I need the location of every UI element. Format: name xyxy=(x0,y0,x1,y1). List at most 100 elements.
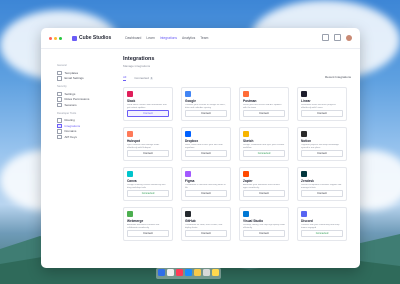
connected-button[interactable]: Connected xyxy=(243,150,285,157)
dock xyxy=(156,268,221,279)
nav-learn[interactable]: Learn xyxy=(146,36,154,40)
connect-button[interactable]: Connect xyxy=(185,230,227,237)
connect-button[interactable]: Connect xyxy=(243,110,285,117)
settings-icon[interactable] xyxy=(334,34,341,41)
connect-button[interactable]: Connect xyxy=(127,110,169,117)
integrations-grid: Slack Send alerts connect with teammates … xyxy=(123,87,351,241)
connect-button[interactable]: Connect xyxy=(243,230,285,237)
connect-button[interactable]: Connect xyxy=(301,150,343,157)
nav-dashboard[interactable]: Dashboard xyxy=(125,36,141,40)
integration-card-slack[interactable]: Slack Send alerts connect with teammates … xyxy=(123,87,173,121)
integration-name: Notion xyxy=(301,139,312,143)
connect-button[interactable]: Connect xyxy=(127,230,169,237)
top-bar: Cube Studios Dashboard Learn Integration… xyxy=(41,28,360,49)
integration-card-hubspot[interactable]: Hubspot Sync contacts and manage leads ef… xyxy=(123,127,173,161)
integration-card-notion[interactable]: Notion Organize projects and keep knowled… xyxy=(297,127,347,161)
integration-card-visual-studio[interactable]: Visual Studio Develop, debug, and ship hi… xyxy=(239,207,289,241)
sidebar-item-api-keys[interactable]: API Keys xyxy=(57,134,116,140)
postman-icon xyxy=(243,91,249,97)
integration-name: Slack xyxy=(127,99,136,103)
routing-icon xyxy=(57,118,62,123)
integration-card-postman[interactable]: Postman Share your test results and API u… xyxy=(239,87,289,121)
dock-app-icon[interactable] xyxy=(194,269,201,276)
figma-icon xyxy=(185,171,191,177)
dock-app-icon[interactable] xyxy=(158,269,165,276)
webmerge-icon xyxy=(127,211,133,217)
google-icon xyxy=(185,91,191,97)
dock-app-icon[interactable] xyxy=(212,269,219,276)
connect-button[interactable]: Connect xyxy=(185,110,227,117)
integration-card-linear[interactable]: Linear Streamline tasks and track progres… xyxy=(297,87,347,121)
top-nav: Dashboard Learn Integrations Analytics T… xyxy=(125,36,208,40)
integration-card-github[interactable]: GitHub Collaborate on code, track issues,… xyxy=(181,207,231,241)
nav-analytics[interactable]: Analytics xyxy=(182,36,195,40)
key-icon xyxy=(57,134,62,139)
integration-card-zapier[interactable]: Zapier Automate your workflows and connec… xyxy=(239,167,289,201)
integration-card-dropbox[interactable]: Dropbox Save, share and access your files… xyxy=(181,127,231,161)
integration-name: Postman xyxy=(243,99,257,103)
dock-app-icon[interactable] xyxy=(167,269,174,276)
main-content: Integrations Manage integrations All Con… xyxy=(123,56,351,241)
integration-name: Linear xyxy=(301,99,311,103)
integration-card-sketch[interactable]: Sketch Design, collaborate and sync your … xyxy=(239,127,289,161)
connect-button[interactable]: Connect xyxy=(127,150,169,157)
visual-studio-icon xyxy=(243,211,249,217)
nav-team[interactable]: Team xyxy=(200,36,208,40)
integration-name: Sketch xyxy=(243,139,254,143)
sidebar-item-email-settings[interactable]: Email Settings xyxy=(57,76,116,82)
integration-card-discord[interactable]: Discord Connect with your community and k… xyxy=(297,207,347,241)
sidebar-section-title: General xyxy=(57,64,67,67)
integration-name: Figma xyxy=(185,179,195,183)
sidebar-section-title: Security xyxy=(57,85,67,88)
close-window-button[interactable] xyxy=(49,36,52,40)
users-icon xyxy=(57,97,62,102)
integration-name: Google xyxy=(185,99,196,103)
notion-icon xyxy=(301,131,307,137)
connect-button[interactable]: Connect xyxy=(185,190,227,197)
app-logo[interactable]: Cube Studios xyxy=(72,35,111,41)
connect-button[interactable]: Connect xyxy=(301,110,343,117)
sidebar-item-sessions[interactable]: Sessions xyxy=(57,102,116,108)
gear-icon xyxy=(57,91,62,96)
connected-button[interactable]: Connected xyxy=(301,230,343,237)
linear-icon xyxy=(301,91,307,97)
nav-integrations[interactable]: Integrations xyxy=(160,36,177,40)
integrations-icon xyxy=(57,123,62,128)
integration-card-webmerge[interactable]: Webmerge Automate document creation and c… xyxy=(123,207,173,241)
dock-app-icon[interactable] xyxy=(185,269,192,276)
connect-button[interactable]: Connect xyxy=(301,190,343,197)
connected-count-badge: 4 xyxy=(149,77,154,80)
integration-card-zendesk[interactable]: Zendesk Deliver exceptional customer supp… xyxy=(297,167,347,201)
tab-connected[interactable]: Connected 4 xyxy=(134,76,154,80)
app-name: Cube Studios xyxy=(79,35,112,41)
integration-name: Hubspot xyxy=(127,139,140,143)
dock-app-icon[interactable] xyxy=(203,269,210,276)
connect-button[interactable]: Connect xyxy=(243,190,285,197)
integration-card-google[interactable]: Google Connect your account to Google for… xyxy=(181,87,231,121)
connect-button[interactable]: Connect xyxy=(185,150,227,157)
sketch-icon xyxy=(243,131,249,137)
search-icon[interactable] xyxy=(322,34,329,41)
dock-app-icon[interactable] xyxy=(176,269,183,276)
sort-dropdown[interactable]: Recent Integrations xyxy=(325,75,351,79)
dropbox-icon xyxy=(185,131,191,137)
email-icon xyxy=(57,76,62,81)
connected-button[interactable]: Connected xyxy=(127,190,169,197)
page-title: Integrations xyxy=(123,56,155,62)
avatar[interactable] xyxy=(346,34,352,41)
integration-card-canva[interactable]: Canva Design stunning visuals effortlessl… xyxy=(123,167,173,201)
clock-icon xyxy=(57,102,62,107)
integration-name: Dropbox xyxy=(185,139,199,143)
logo-icon xyxy=(72,35,77,41)
hubspot-icon xyxy=(127,131,133,137)
integration-name: GitHub xyxy=(185,219,196,223)
maximize-window-button[interactable] xyxy=(59,36,62,40)
tab-all[interactable]: All xyxy=(123,75,127,81)
integration-name: Zendesk xyxy=(301,179,314,183)
filter-tabs: All Connected 4 Recent Integrations xyxy=(123,75,351,81)
discord-icon xyxy=(301,211,307,217)
minimize-window-button[interactable] xyxy=(54,36,57,40)
integration-card-figma[interactable]: Figma Collaborate in real-time and bring … xyxy=(181,167,231,201)
zendesk-icon xyxy=(301,171,307,177)
top-bar-actions xyxy=(322,34,352,41)
